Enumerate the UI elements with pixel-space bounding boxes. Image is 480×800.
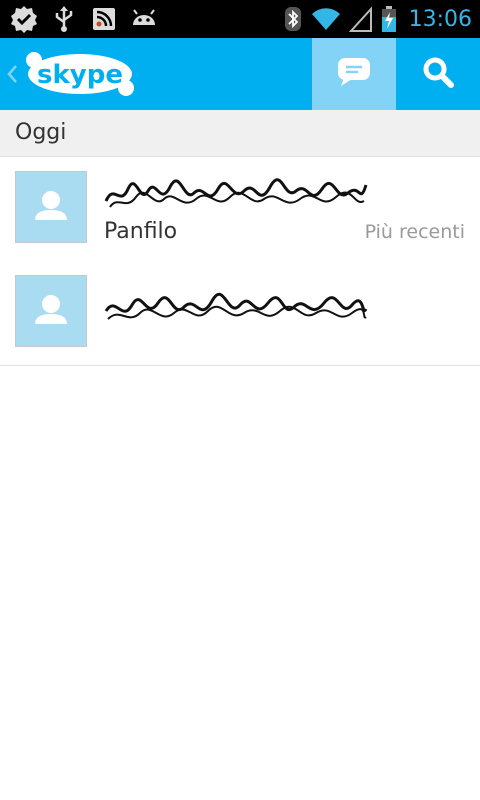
rss-icon	[90, 5, 118, 33]
section-header: Oggi	[0, 110, 480, 157]
skype-logo[interactable]: skype	[26, 52, 134, 96]
back-chevron-icon[interactable]	[4, 58, 20, 90]
section-header-label: Oggi	[15, 120, 67, 145]
check-badge-icon	[10, 5, 38, 33]
search-button[interactable]	[396, 38, 480, 110]
search-icon	[421, 55, 455, 93]
avatar	[15, 275, 87, 347]
avatar	[15, 171, 87, 243]
contact-name-redacted	[104, 178, 368, 208]
bluetooth-icon	[283, 5, 303, 33]
mood-message: Panfilo	[104, 219, 178, 244]
notification-icons	[10, 5, 158, 33]
default-person-icon	[35, 295, 67, 324]
signal-icon	[348, 5, 373, 33]
conversation-row[interactable]	[0, 261, 480, 366]
default-person-icon	[35, 191, 67, 220]
contact-name-redacted	[104, 292, 368, 320]
chat-icon	[336, 56, 372, 92]
app-bar: skype	[0, 38, 480, 110]
battery-charging-icon	[381, 5, 397, 33]
system-icons: 13:06	[283, 5, 472, 33]
chat-button[interactable]	[312, 38, 396, 110]
skype-logo-text: skype	[37, 60, 123, 90]
recent-label: Più recenti	[364, 221, 465, 243]
conversation-row[interactable]: Panfilo Più recenti	[0, 157, 480, 262]
usb-icon	[50, 5, 78, 33]
status-bar: 13:06	[0, 0, 480, 38]
android-icon	[130, 5, 158, 33]
status-clock: 13:06	[408, 6, 472, 32]
wifi-icon	[311, 5, 341, 33]
